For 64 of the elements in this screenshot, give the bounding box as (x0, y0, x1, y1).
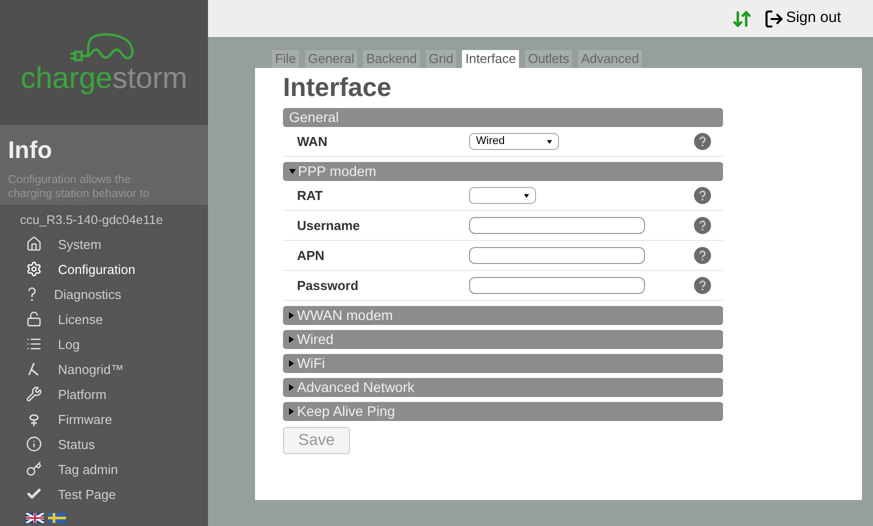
info-title: Info (8, 136, 53, 166)
tab[interactable]: Grid (426, 50, 456, 68)
tab[interactable]: File (272, 50, 299, 68)
gear-icon (26, 261, 42, 278)
tab[interactable]: Interface (462, 50, 519, 68)
field-label: WAN (297, 132, 328, 151)
sidebar-item[interactable]: Platform (0, 382, 208, 407)
help-icon[interactable] (694, 133, 711, 150)
help-icon[interactable] (694, 247, 711, 264)
help-icon[interactable] (694, 277, 711, 294)
input-field[interactable] (469, 277, 645, 294)
field-label: APN (297, 246, 326, 265)
house-icon (26, 236, 42, 252)
question-mark-icon (26, 286, 38, 302)
sync-arrows-icon[interactable] (732, 8, 752, 28)
tab[interactable]: Advanced (578, 50, 642, 68)
field-label: Password (297, 276, 360, 295)
field-label: RAT (297, 186, 324, 205)
triangle-right-icon (289, 384, 294, 391)
triangle-right-icon (289, 312, 294, 319)
sidebar-item[interactable]: Diagnostics (0, 282, 208, 307)
padlock-icon (26, 311, 42, 328)
caret-icon (524, 194, 529, 198)
version-label: ccu_R3.5-140-gdc04e11e (19, 212, 164, 229)
section-header[interactable]: Advanced Network (283, 378, 723, 397)
dropdown[interactable]: Wired (469, 133, 559, 150)
triangle-right-icon (289, 336, 294, 343)
info-icon (26, 436, 42, 452)
tab[interactable]: Backend (363, 50, 420, 68)
page-title: Interface (283, 72, 392, 102)
section-header: General (283, 108, 723, 127)
sidebar-item[interactable]: Log (0, 332, 208, 357)
triangle-right-icon (289, 360, 294, 367)
section-header[interactable]: Wired (283, 330, 723, 349)
section-header[interactable]: WWAN modem (283, 306, 723, 325)
sidebar-item[interactable]: Nanogrid™ (0, 356, 208, 382)
help-icon[interactable] (694, 217, 711, 234)
section-header[interactable]: Keep Alive Ping (283, 402, 723, 421)
wrench-icon (26, 386, 42, 402)
triangle-down-icon (289, 169, 296, 174)
sidebar-item[interactable]: Configuration (0, 256, 208, 282)
sidebar-item[interactable]: Tag admin (0, 456, 208, 482)
help-icon[interactable] (694, 187, 711, 204)
logo-text: chargestorm (20, 64, 188, 94)
sign-out-button[interactable]: Sign out (764, 7, 841, 30)
section-header[interactable]: WiFi (283, 354, 723, 373)
tab[interactable]: General (304, 50, 358, 68)
sidebar-item[interactable]: Test Page (0, 482, 208, 507)
key-icon (26, 461, 42, 478)
field-label: Username (297, 216, 361, 235)
input-field[interactable] (469, 247, 645, 264)
sidebar-item[interactable]: Status (0, 432, 208, 457)
input-field[interactable] (469, 217, 645, 234)
section-header[interactable]: PPP modem (283, 162, 723, 181)
sidebar-item[interactable]: System (0, 232, 208, 257)
uk-flag-icon[interactable] (26, 512, 44, 523)
list-icon (26, 336, 42, 352)
sidebar-item[interactable]: Firmware (0, 406, 208, 432)
triangle-right-icon (289, 408, 294, 415)
sidebar-item[interactable]: License (0, 306, 208, 332)
tab[interactable]: Outlets (524, 50, 572, 68)
caret-icon (547, 140, 552, 144)
sign-out-icon (764, 8, 784, 28)
sweden-flag-icon[interactable] (48, 512, 66, 523)
